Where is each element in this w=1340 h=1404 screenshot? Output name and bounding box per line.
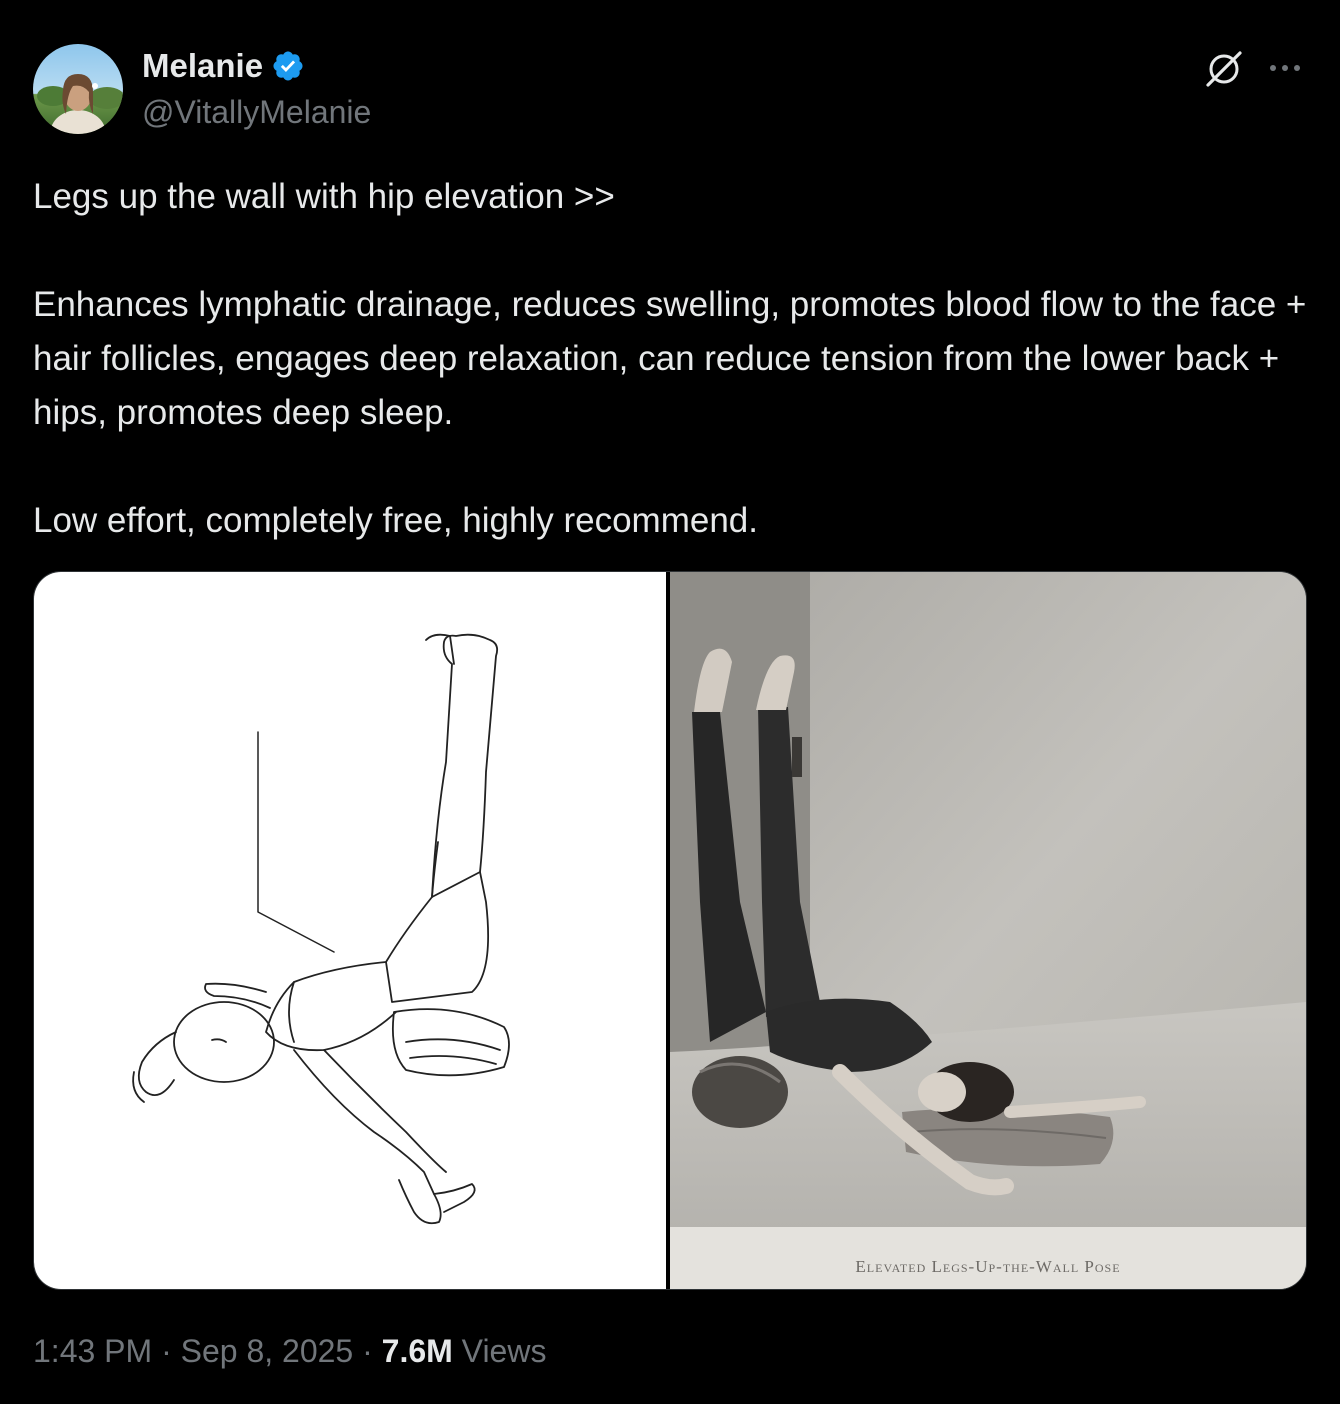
media-image-photo[interactable]: Elevated Legs-Up-the-Wall Pose [670,572,1306,1289]
tweet-time[interactable]: 1:43 PM [33,1333,152,1369]
verified-badge-icon[interactable] [271,49,305,83]
author-name-row[interactable]: Melanie [142,46,305,86]
pose-photo [670,572,1306,1289]
more-horizontal-icon[interactable] [1265,54,1305,82]
views-label: Views [461,1333,547,1369]
photo-caption: Elevated Legs-Up-the-Wall Pose [855,1257,1121,1276]
meta-separator: · [161,1333,172,1369]
views-count[interactable]: 7.6M [382,1333,453,1369]
tweet-text: Legs up the wall with hip elevation >> E… [33,170,1313,548]
tweet-date[interactable]: Sep 8, 2025 [181,1333,354,1369]
meta-separator: · [362,1333,373,1369]
line-drawing-illustration [132,633,510,1225]
avatar-photo [33,44,123,134]
author-handle[interactable]: @VitallyMelanie [142,93,371,131]
avatar[interactable] [33,44,123,134]
tweet-meta: 1:43 PM · Sep 8, 2025 · 7.6M Views [33,1330,546,1372]
tweet-paragraph: Low effort, completely free, highly reco… [33,501,758,540]
grok-icon[interactable] [1203,48,1245,90]
media-grid: Elevated Legs-Up-the-Wall Pose [33,571,1307,1290]
media-image-drawing[interactable] [34,572,666,1289]
author-name[interactable]: Melanie [142,46,263,86]
tweet-paragraph: Enhances lymphatic drainage, reduces swe… [33,285,1307,432]
tweet-paragraph: Legs up the wall with hip elevation >> [33,177,615,216]
